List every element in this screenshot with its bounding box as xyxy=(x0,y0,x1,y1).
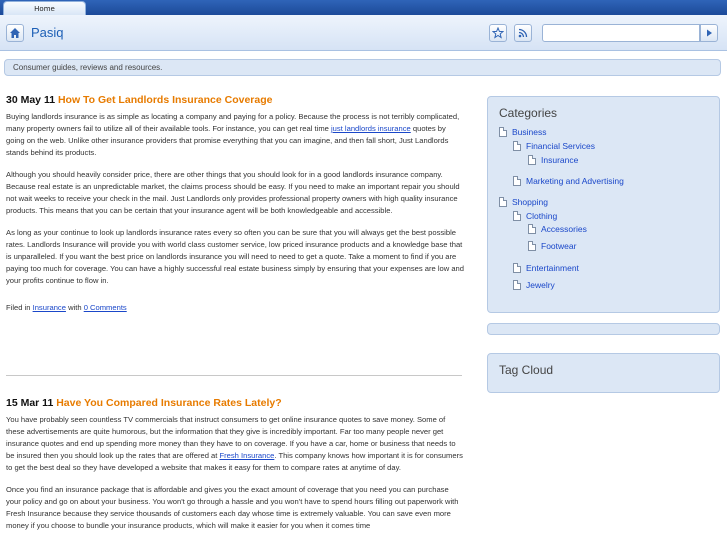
rss-button[interactable] xyxy=(514,24,532,42)
post-paragraph: You have probably seen countless TV comm… xyxy=(6,414,464,474)
tag-cloud-title: Tag Cloud xyxy=(499,363,554,377)
bookmark-button[interactable] xyxy=(489,24,507,42)
document-icon xyxy=(513,141,521,151)
category-label: Entertainment xyxy=(526,263,579,273)
filed-with: with xyxy=(65,303,84,312)
post-paragraph: Buying landlords insurance is as simple … xyxy=(6,111,464,159)
document-icon xyxy=(528,155,536,165)
search-input[interactable] xyxy=(542,24,700,42)
tag-cloud-widget: Tag Cloud xyxy=(487,353,720,393)
tagline-bar: Consumer guides, reviews and resources. xyxy=(4,59,721,76)
fresh-insurance-link[interactable]: Fresh Insurance xyxy=(219,451,274,460)
post-paragraph: Once you find an insurance package that … xyxy=(6,485,459,530)
document-icon xyxy=(528,224,536,234)
categories-title: Categories xyxy=(499,106,558,120)
category-accessories[interactable]: Accessories xyxy=(528,224,587,234)
category-link[interactable]: Insurance xyxy=(33,303,66,312)
post-divider xyxy=(6,375,462,376)
post-title-link[interactable]: Have You Compared Insurance Rates Lately… xyxy=(56,397,281,409)
comments-link[interactable]: 0 Comments xyxy=(84,303,127,312)
post-meta: Filed in Insurance with 0 Comments xyxy=(6,303,464,312)
category-label: Accessories xyxy=(541,224,587,234)
category-entertainment[interactable]: Entertainment xyxy=(513,263,579,273)
document-icon xyxy=(513,176,521,186)
category-label: Financial Services xyxy=(526,141,595,151)
category-label: Jewelry xyxy=(526,280,555,290)
document-icon xyxy=(513,211,521,221)
post-header: 30 May 11 How To Get Landlords Insurance… xyxy=(6,93,464,107)
sidebar-spacer-widget xyxy=(487,323,720,335)
category-label: Business xyxy=(512,127,547,137)
category-jewelry[interactable]: Jewelry xyxy=(513,280,555,290)
post-title-link[interactable]: How To Get Landlords Insurance Coverage xyxy=(58,94,273,106)
browser-tab-strip: Home xyxy=(0,0,727,15)
categories-widget: Categories Business Financial Services I… xyxy=(487,96,720,313)
document-icon xyxy=(499,127,507,137)
post-paragraph: As long as your continue to look up land… xyxy=(6,228,465,285)
document-icon xyxy=(513,280,521,290)
post-header: 15 Mar 11 Have You Compared Insurance Ra… xyxy=(6,396,464,410)
search-go-button[interactable] xyxy=(700,24,718,42)
category-shopping[interactable]: Shopping xyxy=(499,197,548,207)
document-icon xyxy=(528,241,536,251)
category-clothing[interactable]: Clothing xyxy=(513,211,557,221)
category-financial-services[interactable]: Financial Services xyxy=(513,141,595,151)
just-landlords-link[interactable]: just landlords insurance xyxy=(331,124,411,133)
category-label: Shopping xyxy=(512,197,548,207)
toolbar: Pasiq xyxy=(0,15,727,51)
post-1: 30 May 11 How To Get Landlords Insurance… xyxy=(6,93,464,312)
document-icon xyxy=(513,263,521,273)
home-icon xyxy=(10,28,20,38)
category-marketing-and-advertising[interactable]: Marketing and Advertising xyxy=(513,176,624,186)
site-title[interactable]: Pasiq xyxy=(31,24,64,42)
category-footwear[interactable]: Footwear xyxy=(528,241,576,251)
category-label: Marketing and Advertising xyxy=(526,176,624,186)
filed-label: Filed in xyxy=(6,303,33,312)
post-2: 15 Mar 11 Have You Compared Insurance Ra… xyxy=(6,396,464,542)
category-business[interactable]: Business xyxy=(499,127,547,137)
play-icon xyxy=(707,29,712,37)
rss-icon xyxy=(518,28,528,38)
category-insurance[interactable]: Insurance xyxy=(528,155,578,165)
category-label: Footwear xyxy=(541,241,577,251)
category-label: Clothing xyxy=(526,211,558,221)
post-paragraph: Although you should heavily consider pri… xyxy=(6,170,460,215)
document-icon xyxy=(499,197,507,207)
tab-home[interactable]: Home xyxy=(3,1,86,15)
home-button[interactable] xyxy=(6,24,24,42)
post-date: 15 Mar 11 xyxy=(6,397,54,409)
star-icon xyxy=(492,27,504,39)
post-date: 30 May 11 xyxy=(6,94,56,106)
category-label: Insurance xyxy=(541,155,579,165)
